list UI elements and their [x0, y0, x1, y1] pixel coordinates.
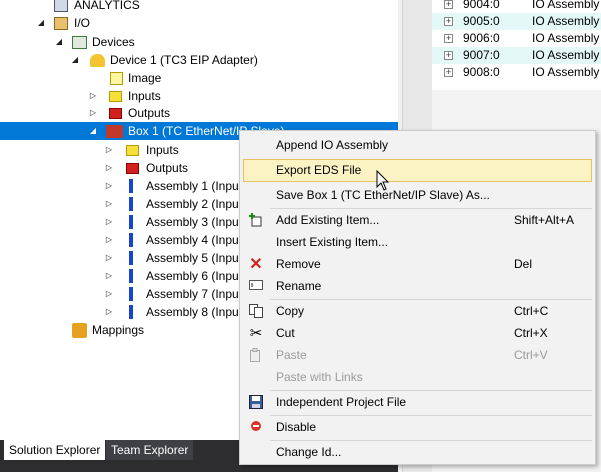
- expand-arrow-icon[interactable]: ▷: [104, 249, 114, 267]
- expand-arrow-icon[interactable]: ▷: [104, 195, 114, 213]
- expand-arrow-icon[interactable]: ▷: [104, 213, 114, 231]
- expand-plus-icon[interactable]: +: [444, 34, 453, 43]
- tree-item-image[interactable]: Image: [0, 69, 398, 87]
- collapse-arrow-icon[interactable]: ◢: [70, 51, 80, 69]
- menu-separator: [270, 390, 592, 391]
- io-folder-icon: [54, 17, 68, 30]
- collapse-arrow-icon[interactable]: ◢: [36, 14, 46, 32]
- mouse-cursor-icon: [376, 170, 390, 191]
- assembly-icon: [129, 179, 133, 193]
- menu-separator: [270, 208, 592, 209]
- expand-arrow-icon[interactable]: ▷: [88, 87, 98, 105]
- tree-item-outputs[interactable]: ▷ Outputs: [0, 104, 398, 122]
- device-adapter-icon: [90, 54, 105, 67]
- expand-arrow-icon[interactable]: ▷: [104, 141, 114, 159]
- rename-icon: [248, 279, 264, 295]
- outputs-icon: [109, 108, 122, 119]
- image-icon: [110, 72, 123, 85]
- io-assembly-list: + 9004:0 IO Assembly 4 + 9005:0 IO Assem…: [432, 0, 601, 90]
- inputs-icon: [126, 145, 139, 156]
- analytics-icon: [54, 0, 68, 12]
- menu-item-rename[interactable]: Rename: [243, 276, 592, 297]
- assembly-icon: [129, 197, 133, 211]
- disable-icon: [248, 420, 264, 436]
- list-item[interactable]: + 9007:0 IO Assembly 7: [432, 47, 601, 64]
- menu-separator: [270, 299, 592, 300]
- menu-item-remove[interactable]: ✕ Remove Del: [243, 254, 592, 275]
- box-slave-icon: [106, 125, 123, 138]
- list-item[interactable]: + 9008:0 IO Assembly 8: [432, 64, 601, 81]
- menu-item-disable[interactable]: Disable: [243, 417, 592, 438]
- context-menu: Append IO Assembly Export EDS File Save …: [239, 130, 596, 465]
- assembly-icon: [129, 269, 133, 283]
- expand-arrow-icon[interactable]: ▷: [104, 231, 114, 249]
- list-item[interactable]: + 9006:0 IO Assembly 6: [432, 30, 601, 47]
- collapse-arrow-icon[interactable]: ◢: [88, 122, 98, 140]
- assembly-icon: [129, 251, 133, 265]
- menu-item-change-id[interactable]: Change Id...: [243, 442, 592, 463]
- remove-x-icon: ✕: [249, 256, 263, 273]
- menu-item-cut[interactable]: ✂ Cut Ctrl+X: [243, 323, 592, 344]
- menu-item-append-io-assembly[interactable]: Append IO Assembly: [243, 135, 592, 156]
- menu-separator: [270, 440, 592, 441]
- list-item[interactable]: + 9005:0 IO Assembly 5: [432, 13, 601, 30]
- menu-item-insert-existing-item[interactable]: Insert Existing Item...: [243, 232, 592, 253]
- expand-arrow-icon[interactable]: ▷: [104, 303, 114, 321]
- mappings-icon: [72, 323, 87, 338]
- menu-item-copy[interactable]: Copy Ctrl+C: [243, 301, 592, 322]
- menu-item-paste-with-links[interactable]: Paste with Links: [243, 367, 592, 388]
- menu-item-save-box-as[interactable]: Save Box 1 (TC EtherNet/IP Slave) As...: [243, 185, 592, 206]
- collapse-arrow-icon[interactable]: ◢: [54, 33, 64, 51]
- expand-arrow-icon[interactable]: ▷: [104, 285, 114, 303]
- expand-arrow-icon[interactable]: ▷: [104, 159, 114, 177]
- menu-separator: [270, 415, 592, 416]
- expand-arrow-icon[interactable]: ▷: [104, 177, 114, 195]
- menu-item-export-eds-file[interactable]: Export EDS File: [243, 159, 592, 182]
- tree-item-inputs[interactable]: ▷ Inputs: [0, 87, 398, 105]
- tree-item-devices[interactable]: ◢ Devices: [0, 33, 398, 51]
- tree-item-analytics[interactable]: ANALYTICS: [0, 0, 398, 14]
- expand-arrow-icon[interactable]: ▷: [88, 104, 98, 122]
- tab-solution-explorer[interactable]: Solution Explorer: [4, 440, 106, 460]
- expand-plus-icon[interactable]: +: [444, 0, 453, 9]
- devices-icon: [72, 36, 87, 49]
- assembly-icon: [129, 305, 133, 319]
- cut-scissors-icon: ✂: [249, 325, 263, 342]
- menu-item-independent-project-file[interactable]: Independent Project File: [243, 392, 592, 413]
- assembly-icon: [129, 215, 133, 229]
- expand-plus-icon[interactable]: +: [444, 17, 453, 26]
- save-disk-icon: [248, 395, 264, 411]
- copy-icon: [248, 304, 264, 320]
- tab-team-explorer[interactable]: Team Explorer: [106, 440, 194, 460]
- assembly-icon: [129, 287, 133, 301]
- expand-plus-icon[interactable]: +: [444, 51, 453, 60]
- assembly-icon: [129, 233, 133, 247]
- paste-icon: [248, 348, 264, 364]
- expand-plus-icon[interactable]: +: [444, 68, 453, 77]
- tree-item-device-1[interactable]: ◢ Device 1 (TC3 EIP Adapter): [0, 51, 398, 69]
- list-item[interactable]: + 9004:0 IO Assembly 4: [432, 0, 601, 13]
- menu-item-add-existing-item[interactable]: Add Existing Item... Shift+Alt+A: [243, 210, 592, 231]
- tree-item-io[interactable]: ◢ I/O: [0, 14, 398, 32]
- menu-item-paste[interactable]: Paste Ctrl+V: [243, 345, 592, 366]
- inputs-icon: [109, 91, 122, 102]
- add-existing-item-icon: [248, 213, 264, 229]
- outputs-icon: [126, 163, 139, 174]
- expand-arrow-icon[interactable]: ▷: [104, 267, 114, 285]
